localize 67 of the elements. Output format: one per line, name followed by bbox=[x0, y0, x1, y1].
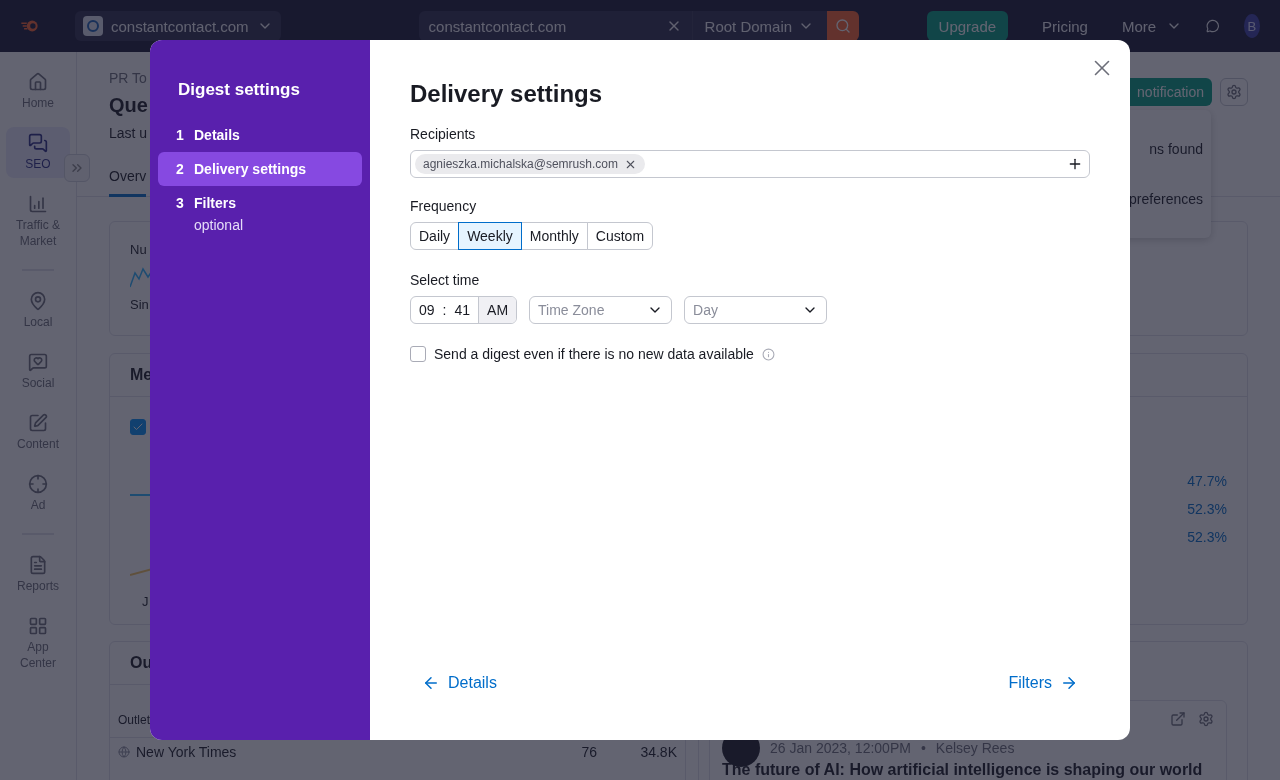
chat-bubbles-icon bbox=[28, 133, 48, 153]
settings-button[interactable] bbox=[1220, 78, 1248, 106]
percentage: 52.3% bbox=[1187, 501, 1227, 517]
column-header: Outlet bbox=[117, 712, 151, 729]
next-link[interactable]: Filters bbox=[1008, 674, 1078, 692]
expand-button[interactable] bbox=[64, 154, 90, 182]
menu-item[interactable]: preferences bbox=[1129, 191, 1203, 207]
update-note: Last u bbox=[109, 125, 148, 141]
field-label: Frequency bbox=[410, 198, 477, 214]
recipients-field[interactable]: agnieszka.michalska@semrush.com bbox=[410, 150, 1090, 178]
percentage: 47.7% bbox=[1187, 473, 1227, 489]
separator-dot: • bbox=[920, 740, 926, 756]
day-select[interactable]: Day bbox=[684, 296, 828, 324]
timezone-select[interactable]: Time Zone bbox=[529, 296, 673, 324]
table-cell-text: 34.8K bbox=[639, 744, 677, 760]
arrow-right-icon bbox=[1060, 674, 1078, 692]
axis-label: J bbox=[142, 594, 149, 609]
page-title: Que bbox=[109, 94, 148, 117]
checkbox[interactable] bbox=[410, 346, 426, 362]
domain-search-field[interactable]: constantcontact.com bbox=[418, 11, 693, 41]
heart-message-icon bbox=[28, 352, 48, 372]
frequency-option[interactable]: Custom bbox=[586, 222, 654, 250]
pencil-square-icon bbox=[28, 413, 48, 433]
search-icon bbox=[834, 18, 851, 34]
upgrade-button[interactable]: Upgrade bbox=[926, 11, 1009, 41]
step-item[interactable]: 1 Details bbox=[158, 118, 362, 152]
project-name: constantcontact.com bbox=[111, 17, 249, 35]
outlet-name: New York Times bbox=[136, 744, 237, 760]
add-icon[interactable] bbox=[1067, 156, 1083, 172]
field-label: Recipients bbox=[410, 126, 476, 142]
project-selector[interactable]: constantcontact.com bbox=[75, 11, 281, 41]
recipient-tag: agnieszka.michalska@semrush.com bbox=[415, 154, 645, 174]
house-icon bbox=[28, 72, 48, 92]
scope-dropdown[interactable]: Root Domain bbox=[692, 11, 827, 41]
document-icon bbox=[28, 555, 48, 575]
frequency-option[interactable]: Monthly bbox=[520, 222, 588, 250]
info-icon[interactable] bbox=[761, 347, 775, 361]
menu-item[interactable]: ns found bbox=[1149, 141, 1203, 157]
field-label: Select time bbox=[410, 272, 480, 288]
card-note: Sin bbox=[130, 297, 149, 312]
more-menu[interactable]: More bbox=[1121, 17, 1183, 35]
site-favicon bbox=[83, 16, 103, 36]
globe-icon bbox=[118, 746, 130, 758]
frequency-option[interactable]: Weekly bbox=[458, 222, 522, 250]
map-pin-icon bbox=[28, 291, 48, 311]
grid-icon bbox=[28, 616, 48, 636]
check-icon bbox=[132, 421, 144, 433]
settings-icon[interactable] bbox=[1198, 711, 1214, 727]
time-input[interactable]: 09 : 41 AM bbox=[410, 296, 518, 324]
step-item[interactable]: 3 Filters optional bbox=[158, 186, 362, 242]
back-link[interactable]: Details bbox=[422, 674, 497, 692]
checkbox[interactable] bbox=[130, 419, 146, 435]
crosshair-icon bbox=[28, 474, 48, 494]
sidebar-item[interactable]: SEO bbox=[6, 127, 70, 178]
settings-icon bbox=[1226, 84, 1242, 100]
external-link-icon[interactable] bbox=[1170, 711, 1186, 727]
overview-tab[interactable]: Overv bbox=[109, 160, 147, 197]
card-title: Nu bbox=[130, 242, 147, 257]
percentage: 52.3% bbox=[1187, 529, 1227, 545]
frequency-option[interactable]: Daily bbox=[410, 222, 460, 250]
search-button[interactable] bbox=[826, 11, 859, 41]
sidebar-title: Digest settings bbox=[177, 80, 301, 100]
table-cell-text: 76 bbox=[580, 744, 597, 760]
pricing-link[interactable]: Pricing bbox=[1042, 17, 1088, 35]
step-item[interactable]: 2 Delivery settings bbox=[158, 152, 362, 186]
dialog-title: Delivery settings bbox=[410, 80, 603, 108]
bar-chart-icon bbox=[28, 194, 48, 214]
